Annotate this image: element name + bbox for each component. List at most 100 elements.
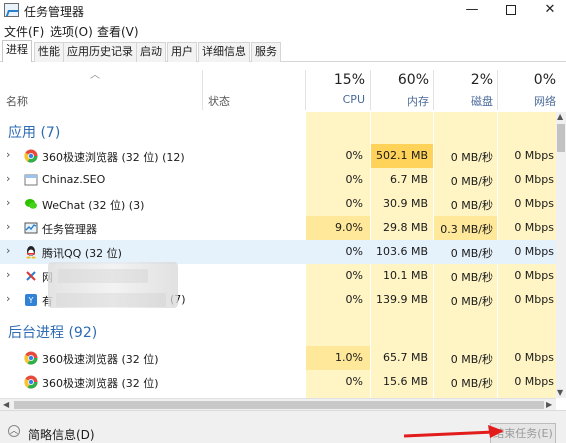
expand-icon[interactable]: › bbox=[6, 244, 10, 257]
column-name[interactable]: 名称 bbox=[6, 93, 28, 109]
memory-total: 60% bbox=[397, 72, 429, 88]
network-value: 0 Mbps bbox=[514, 351, 554, 364]
taskmgr-icon bbox=[24, 222, 38, 234]
table-row[interactable]: › Chinaz.SEO 0% 6.7 MB 0 MB/秒 0 Mbps bbox=[0, 168, 556, 192]
horizontal-scroll-thumb[interactable] bbox=[14, 401, 544, 409]
task-manager-icon bbox=[4, 3, 19, 17]
wechat-icon bbox=[25, 199, 37, 209]
table-row[interactable]: › 360极速浏览器 (32 位) (12) 0% 502.1 MB 0 MB/… bbox=[0, 144, 556, 168]
network-value: 0 Mbps bbox=[514, 197, 554, 210]
tab-bar: 进程 性能 应用历史记录 启动 用户 详细信息 服务 bbox=[0, 40, 566, 62]
cpu-value: 0% bbox=[345, 245, 363, 258]
column-network[interactable]: 网络 bbox=[534, 93, 556, 109]
qq-icon bbox=[26, 246, 36, 259]
cpu-value: 9.0% bbox=[335, 221, 363, 234]
cpu-value: 0% bbox=[345, 197, 363, 210]
memory-value: 139.9 MB bbox=[375, 293, 428, 306]
vertical-scrollbar[interactable]: ▲ ▼ bbox=[556, 112, 566, 398]
tab-app-history[interactable]: 应用历史记录 bbox=[63, 42, 137, 62]
disk-value: 0 MB/秒 bbox=[450, 353, 493, 366]
cpu-value: 0% bbox=[345, 149, 363, 162]
column-status[interactable]: 状态 bbox=[208, 93, 230, 109]
menu-options[interactable]: 选项(O) bbox=[50, 23, 93, 40]
cpu-value: 1.0% bbox=[335, 351, 363, 364]
tab-processes[interactable]: 进程 bbox=[2, 40, 32, 62]
scroll-left-icon[interactable]: ◀ bbox=[3, 400, 9, 409]
footer-bar: ︿ 简略信息(D) 结束任务(E) bbox=[0, 410, 566, 443]
title-bar: 任务管理器 — ✕ bbox=[0, 0, 566, 22]
minimize-button[interactable]: — bbox=[456, 0, 488, 22]
disk-value: 0 MB/秒 bbox=[450, 151, 493, 164]
menu-view[interactable]: 查看(V) bbox=[97, 23, 139, 40]
cpu-value: 0% bbox=[345, 375, 363, 388]
chevron-up-icon[interactable]: ︿ bbox=[8, 425, 20, 437]
network-value: 0 Mbps bbox=[514, 245, 554, 258]
cpu-total: 15% bbox=[333, 72, 365, 88]
table-row[interactable]: 360极速浏览器 (32 位) 1.0% 65.7 MB 0 MB/秒 0 Mb… bbox=[0, 346, 556, 370]
chrome-icon bbox=[24, 351, 38, 365]
memory-value: 10.1 MB bbox=[382, 269, 428, 282]
menu-file[interactable]: 文件(F) bbox=[4, 23, 44, 40]
scroll-right-icon[interactable]: ▶ bbox=[546, 400, 552, 409]
sort-arrow-icon: ︿ bbox=[90, 70, 100, 81]
memory-value: 30.9 MB bbox=[382, 197, 428, 210]
process-name: 任务管理器 bbox=[42, 223, 97, 236]
cpu-value: 0% bbox=[345, 269, 363, 282]
end-task-button[interactable]: 结束任务(E) bbox=[490, 423, 556, 443]
memory-value: 103.6 MB bbox=[375, 245, 428, 258]
expand-icon[interactable]: › bbox=[6, 220, 10, 233]
column-disk[interactable]: 磁盘 bbox=[471, 93, 493, 109]
memory-value: 65.7 MB bbox=[382, 351, 428, 364]
column-memory[interactable]: 内存 bbox=[407, 93, 429, 109]
table-row[interactable]: › WeChat (32 位) (3) 0% 30.9 MB 0 MB/秒 0 … bbox=[0, 192, 556, 216]
process-name: 360极速浏览器 (32 位) bbox=[42, 377, 159, 390]
fewer-details-link[interactable]: 简略信息(D) bbox=[28, 426, 95, 443]
group-apps: 应用 (7) bbox=[8, 125, 61, 141]
network-value: 0 Mbps bbox=[514, 375, 554, 388]
chrome-icon bbox=[24, 375, 38, 389]
scroll-down-icon[interactable]: ▼ bbox=[557, 388, 563, 397]
network-total: 0% bbox=[533, 72, 556, 88]
close-button[interactable]: ✕ bbox=[534, 0, 566, 22]
disk-value: 0 MB/秒 bbox=[450, 295, 493, 308]
tab-startup[interactable]: 启动 bbox=[136, 42, 166, 62]
tab-performance[interactable]: 性能 bbox=[34, 42, 64, 62]
network-value: 0 Mbps bbox=[514, 293, 554, 306]
tab-details[interactable]: 详细信息 bbox=[198, 42, 250, 62]
expand-icon[interactable]: › bbox=[6, 268, 10, 281]
table-row[interactable]: › 任务管理器 9.0% 29.8 MB 0.3 MB/秒 0 Mbps bbox=[0, 216, 556, 240]
tab-users[interactable]: 用户 bbox=[167, 42, 197, 62]
network-value: 0 Mbps bbox=[514, 149, 554, 162]
maximize-button[interactable] bbox=[495, 0, 527, 22]
expand-icon[interactable]: › bbox=[6, 172, 10, 185]
process-name: 360极速浏览器 (32 位) bbox=[42, 353, 159, 366]
disk-value: 0 MB/秒 bbox=[450, 175, 493, 188]
expand-icon[interactable]: › bbox=[6, 196, 10, 209]
network-value: 0 Mbps bbox=[514, 173, 554, 186]
yd-icon: Y bbox=[25, 294, 37, 306]
process-table: 应用 (7) › 360极速浏览器 (32 位) (12) 0% 502.1 M… bbox=[0, 112, 556, 398]
network-value: 0 Mbps bbox=[514, 221, 554, 234]
memory-value: 502.1 MB bbox=[375, 149, 428, 162]
table-row[interactable]: 360极速浏览器 (32 位) 0% 15.6 MB 0 MB/秒 0 Mbps bbox=[0, 370, 556, 394]
disk-value: 0 MB/秒 bbox=[450, 377, 493, 390]
maximize-icon bbox=[506, 4, 516, 15]
column-cpu[interactable]: CPU bbox=[343, 93, 365, 106]
disk-value: 0 MB/秒 bbox=[450, 247, 493, 260]
horizontal-scrollbar[interactable]: ◀ ▶ bbox=[0, 398, 556, 410]
disk-value: 0.3 MB/秒 bbox=[440, 223, 493, 236]
group-background: 后台进程 (92) bbox=[8, 325, 98, 341]
window-title: 任务管理器 bbox=[24, 5, 85, 19]
table-row-selected[interactable]: › 腾讯QQ (32 位) 0% 103.6 MB 0 MB/秒 0 Mbps bbox=[0, 240, 556, 264]
scroll-up-icon[interactable]: ▲ bbox=[557, 112, 563, 121]
tab-services[interactable]: 服务 bbox=[251, 42, 281, 62]
vertical-scroll-thumb[interactable] bbox=[557, 124, 565, 152]
process-name: 360极速浏览器 (32 位) (12) bbox=[42, 151, 185, 164]
memory-value: 15.6 MB bbox=[382, 375, 428, 388]
memory-value: 29.8 MB bbox=[382, 221, 428, 234]
menu-bar: 文件(F) 选项(O) 查看(V) bbox=[0, 22, 566, 40]
expand-icon[interactable]: › bbox=[6, 292, 10, 305]
expand-icon[interactable]: › bbox=[6, 148, 10, 161]
process-name: Chinaz.SEO bbox=[42, 173, 106, 186]
cpu-value: 0% bbox=[345, 173, 363, 186]
